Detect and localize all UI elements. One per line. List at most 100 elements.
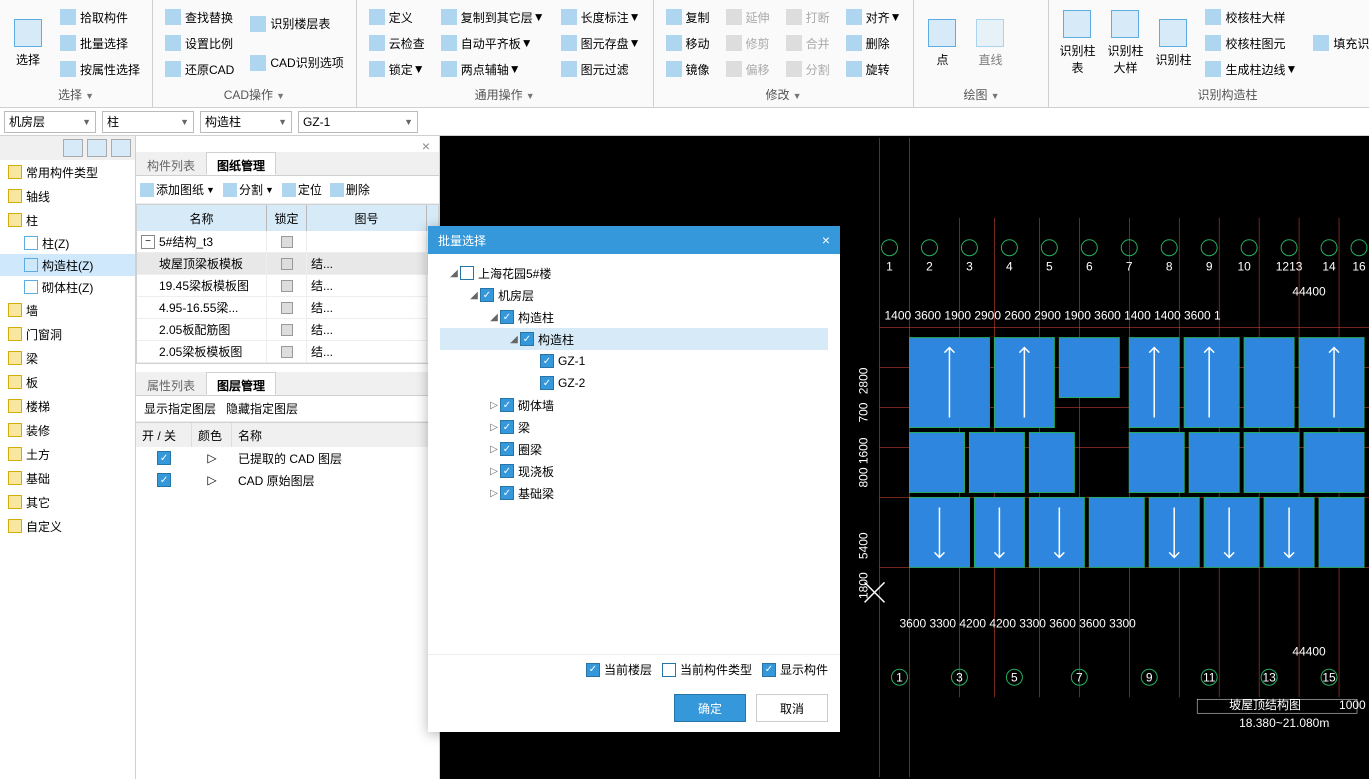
find-replace[interactable]: 查找替换 [161, 5, 238, 29]
tree-node-other[interactable]: ▷✓圈梁 [440, 438, 828, 460]
component-combo[interactable]: GZ-1▼ [298, 111, 418, 133]
tree-node-leaf[interactable]: ✓GZ-2 [440, 372, 828, 394]
tree-slab[interactable]: 板 [0, 370, 135, 394]
grid-row[interactable]: 坡屋顶梁板模板结... [137, 253, 438, 275]
checkbox-icon[interactable]: ✓ [157, 451, 171, 465]
align[interactable]: 对齐 ▼ [842, 5, 906, 29]
current-type-check[interactable]: 当前构件类型 [662, 661, 752, 678]
tree-common-types[interactable]: 常用构件类型 [0, 160, 135, 184]
select-by-property[interactable]: 按属性选择 [56, 57, 144, 81]
tree-node-cat[interactable]: ◢✓构造柱 [440, 306, 828, 328]
recognize-column-table[interactable]: 识别柱表 [1053, 2, 1101, 84]
delete[interactable]: 删除 [842, 31, 906, 55]
recognize-floor-table[interactable]: 识别楼层表 [246, 12, 347, 36]
tree-sub-masonry-column[interactable]: 砌体柱(Z) [0, 276, 135, 298]
tree-sub-column[interactable]: 柱(Z) [0, 232, 135, 254]
ok-button[interactable]: 确定 [674, 694, 746, 722]
lock-icon[interactable] [281, 236, 293, 248]
checkbox-icon[interactable] [460, 266, 474, 280]
element-filter[interactable]: 图元过滤 [557, 57, 645, 81]
grid-row[interactable]: −5#结构_t3 [137, 231, 438, 253]
lock-icon[interactable] [281, 280, 293, 292]
tree-custom[interactable]: 自定义 [0, 514, 135, 538]
element-save[interactable]: 图元存盘 ▼ [557, 31, 645, 55]
delete-drawing[interactable]: 删除 [330, 181, 370, 198]
hide-layer[interactable]: 隐藏指定图层 [226, 400, 298, 417]
tab-property-list[interactable]: 属性列表 [136, 372, 206, 395]
recognize-column-detail[interactable]: 识别柱大样 [1101, 2, 1149, 84]
mirror[interactable]: 镜像 [662, 57, 714, 81]
grid-row[interactable]: 2.05板配筋图结... [137, 319, 438, 341]
tree-wall[interactable]: 墙 [0, 298, 135, 322]
checkbox-icon[interactable]: ✓ [500, 420, 514, 434]
list-view-icon[interactable] [87, 139, 107, 157]
checkbox-icon[interactable]: ✓ [500, 464, 514, 478]
checkbox-icon[interactable]: ✓ [480, 288, 494, 302]
rotate[interactable]: 旋转 [842, 57, 906, 81]
dialog-close-icon[interactable]: × [822, 232, 830, 248]
generate-column-edge[interactable]: 生成柱边线 ▼ [1201, 57, 1301, 81]
tab-drawing-manage[interactable]: 图纸管理 [206, 152, 276, 175]
locate-drawing[interactable]: 定位 [282, 181, 322, 198]
tree-decoration[interactable]: 装修 [0, 418, 135, 442]
recognize-column[interactable]: 识别柱 [1149, 2, 1197, 84]
tab-layer-manage[interactable]: 图层管理 [206, 372, 276, 395]
split-drawing[interactable]: 分割 ▼ [223, 181, 274, 198]
lock-icon[interactable] [281, 258, 293, 270]
layer-row[interactable]: ✓▷已提取的 CAD 图层 [136, 447, 439, 469]
move[interactable]: 移动 [662, 31, 714, 55]
checkbox-icon[interactable]: ✓ [540, 354, 554, 368]
check-column-detail[interactable]: 校核柱大样 [1201, 5, 1301, 29]
select-button[interactable]: 选择 [4, 2, 52, 84]
two-point-axis[interactable]: 两点辅轴 ▼ [437, 57, 549, 81]
grid-row[interactable]: 2.05梁板模板图结... [137, 341, 438, 363]
tree-node-sub[interactable]: ◢✓构造柱 [440, 328, 828, 350]
lock-icon[interactable] [281, 346, 293, 358]
cancel-button[interactable]: 取消 [756, 694, 828, 722]
lock[interactable]: 锁定 ▼ [365, 57, 429, 81]
pick-component[interactable]: 拾取构件 [56, 5, 144, 29]
tree-beam[interactable]: 梁 [0, 346, 135, 370]
add-drawing[interactable]: 添加图纸 ▼ [140, 181, 215, 198]
checkbox-icon[interactable]: ✓ [500, 442, 514, 456]
current-floor-check[interactable]: ✓当前楼层 [586, 661, 652, 678]
tree-node-other[interactable]: ▷✓现浇板 [440, 460, 828, 482]
pin-icon[interactable] [63, 139, 83, 157]
check-column-element[interactable]: 校核柱图元 [1201, 31, 1301, 55]
tree-other[interactable]: 其它 [0, 490, 135, 514]
layer-row[interactable]: ✓▷CAD 原始图层 [136, 469, 439, 491]
grid-row[interactable]: 19.45梁板模板图结... [137, 275, 438, 297]
show-components-check[interactable]: ✓显示构件 [762, 661, 828, 678]
checkbox-icon[interactable]: ✓ [157, 473, 171, 487]
batch-select[interactable]: 批量选择 [56, 31, 144, 55]
cloud-check[interactable]: 云检查 [365, 31, 429, 55]
checkbox-icon[interactable]: ✓ [540, 376, 554, 390]
card-view-icon[interactable] [111, 139, 131, 157]
point-button[interactable]: 点 [918, 2, 966, 84]
tree-node-leaf[interactable]: ✓GZ-1 [440, 350, 828, 372]
lock-icon[interactable] [281, 324, 293, 336]
floor-combo[interactable]: 机房层▼ [4, 111, 96, 133]
fill-recognize-column[interactable]: 填充识别柱 [1309, 31, 1369, 55]
checkbox-icon[interactable]: ✓ [500, 310, 514, 324]
copy[interactable]: 复制 [662, 5, 714, 29]
auto-level-slab[interactable]: 自动平齐板 ▼ [437, 31, 549, 55]
tree-earthwork[interactable]: 土方 [0, 442, 135, 466]
subcategory-combo[interactable]: 构造柱▼ [200, 111, 292, 133]
checkbox-icon[interactable]: ✓ [500, 486, 514, 500]
grid-row[interactable]: 4.95-16.55梁...结... [137, 297, 438, 319]
cad-recognize-options[interactable]: CAD识别选项 [246, 51, 347, 75]
copy-to-layer[interactable]: 复制到其它层 ▼ [437, 5, 549, 29]
checkbox-icon[interactable]: ✓ [520, 332, 534, 346]
tree-axis[interactable]: 轴线 [0, 184, 135, 208]
restore-cad[interactable]: 还原CAD [161, 57, 238, 81]
category-combo[interactable]: 柱▼ [102, 111, 194, 133]
set-scale[interactable]: 设置比例 [161, 31, 238, 55]
define[interactable]: 定义 [365, 5, 429, 29]
tree-node-root[interactable]: ◢上海花园5#楼 [440, 262, 828, 284]
close-icon[interactable]: × [418, 138, 434, 154]
tree-sub-construct-column[interactable]: 构造柱(Z) [0, 254, 135, 276]
line-button[interactable]: 直线 [966, 2, 1014, 84]
tree-foundation[interactable]: 基础 [0, 466, 135, 490]
tree-door-window[interactable]: 门窗洞 [0, 322, 135, 346]
